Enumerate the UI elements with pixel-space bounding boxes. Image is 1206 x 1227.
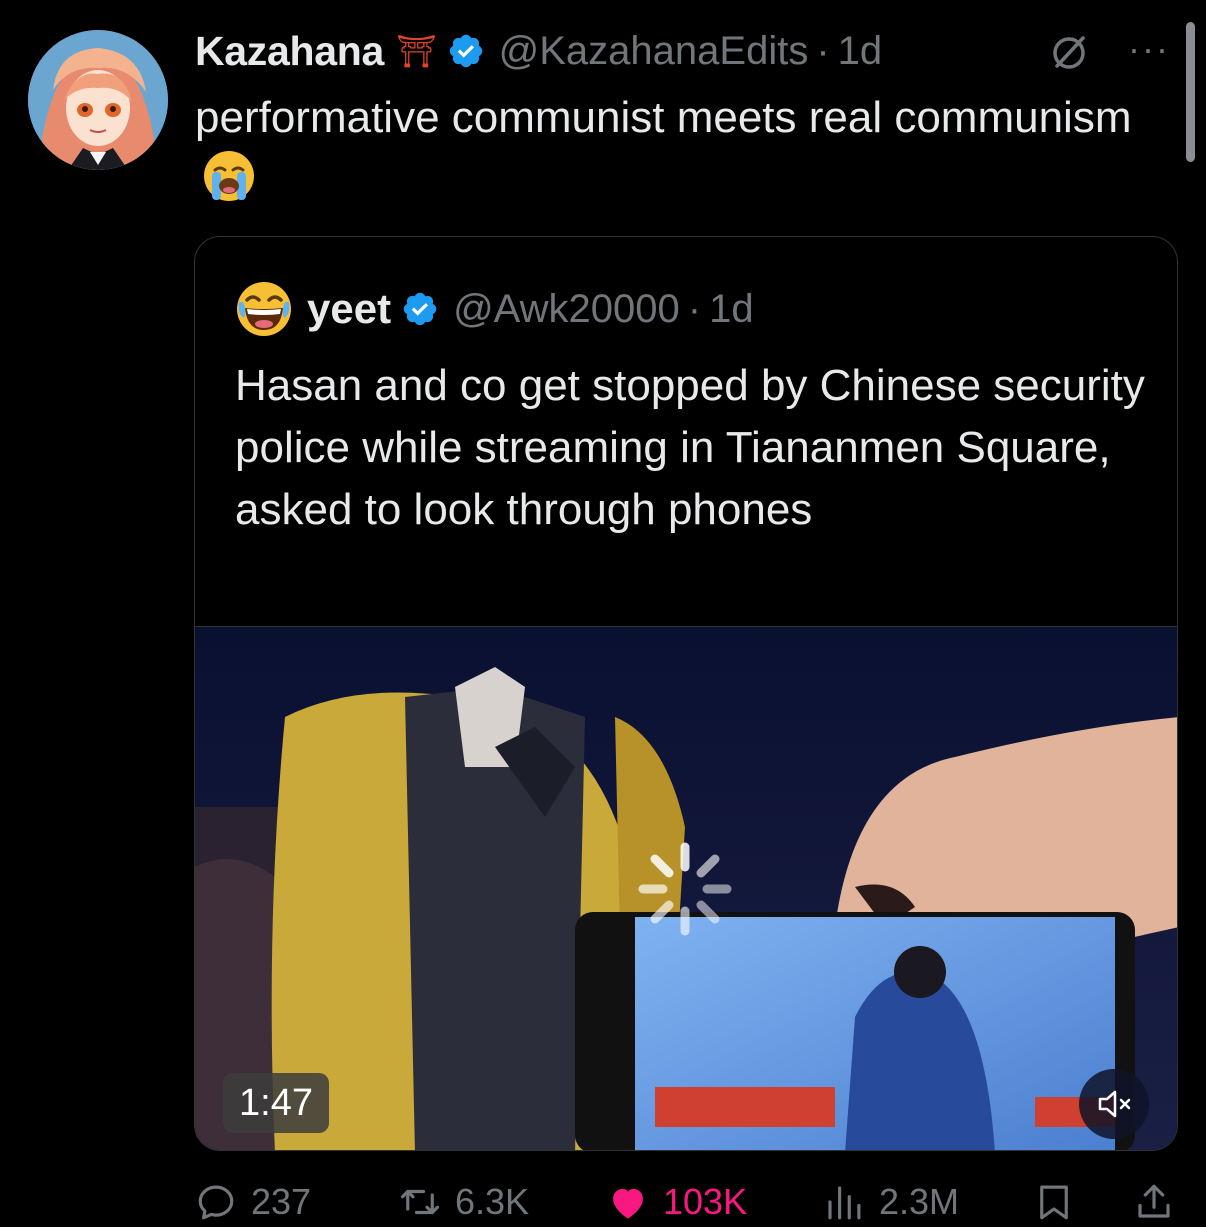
- author-avatar[interactable]: [28, 30, 168, 170]
- repost-count: 6.3K: [455, 1181, 530, 1222]
- loudly-crying-face-emoji: [204, 151, 254, 201]
- quoted-tweet-card[interactable]: yeet @Awk20000 · 1d Hasan and co get sto…: [194, 236, 1178, 1151]
- share-button[interactable]: [1133, 1172, 1189, 1227]
- quoted-verified-badge-icon: [403, 292, 437, 326]
- author-display-name[interactable]: Kazahana: [195, 28, 384, 75]
- quoted-author-display-name[interactable]: yeet: [307, 285, 391, 333]
- quoted-tweet-timestamp[interactable]: 1d: [709, 287, 754, 332]
- mute-toggle-button[interactable]: [1079, 1069, 1149, 1139]
- share-icon: [1138, 1184, 1170, 1218]
- more-options-icon[interactable]: ···: [1128, 28, 1170, 70]
- quoted-author-handle[interactable]: @Awk20000: [453, 287, 680, 332]
- tweet-header: Kazahana ⛩ @KazahanaEdits · 1d ···: [195, 26, 1185, 76]
- analytics-bars-icon: [828, 1186, 861, 1220]
- heart-filled-icon: [613, 1188, 643, 1219]
- reply-button[interactable]: 237: [195, 1172, 311, 1227]
- views-button[interactable]: 2.3M: [823, 1172, 959, 1227]
- verified-badge-icon: [449, 34, 482, 68]
- quoted-tweet-text: Hasan and co get stopped by Chinese secu…: [235, 361, 1145, 534]
- reply-count: 237: [251, 1181, 312, 1222]
- quoted-header-separator: ·: [687, 286, 702, 331]
- grok-icon[interactable]: [1047, 30, 1091, 74]
- repost-icon: [400, 1189, 440, 1215]
- like-button[interactable]: 103K: [607, 1172, 747, 1227]
- bookmark-icon: [1040, 1185, 1068, 1220]
- bookmark-button[interactable]: [1033, 1172, 1089, 1227]
- loading-spinner-icon: [638, 842, 732, 936]
- like-count: 103K: [663, 1181, 748, 1222]
- tweet-timestamp[interactable]: 1d: [838, 29, 883, 74]
- tweet-text-content: performative communist meets real commun…: [195, 93, 1132, 142]
- tweet-action-bar: 237 6.3K 103K 2.3M: [195, 1172, 1185, 1227]
- muted-speaker-icon: [1098, 1090, 1131, 1118]
- tweet-text: performative communist meets real commun…: [195, 88, 1155, 210]
- video-player[interactable]: 1:47: [195, 626, 1177, 1150]
- author-handle[interactable]: @KazahanaEdits: [499, 29, 809, 74]
- torii-gate-emoji: ⛩: [396, 33, 437, 69]
- reply-icon: [198, 1185, 234, 1220]
- scrollbar[interactable]: [1186, 22, 1195, 162]
- quoted-author-avatar-icon[interactable]: [235, 280, 293, 338]
- repost-button[interactable]: 6.3K: [399, 1172, 529, 1227]
- quoted-tweet-header: yeet @Awk20000 · 1d: [235, 281, 754, 337]
- video-duration-badge: 1:47: [223, 1073, 329, 1133]
- view-count: 2.3M: [879, 1181, 960, 1222]
- header-separator: ·: [816, 28, 830, 73]
